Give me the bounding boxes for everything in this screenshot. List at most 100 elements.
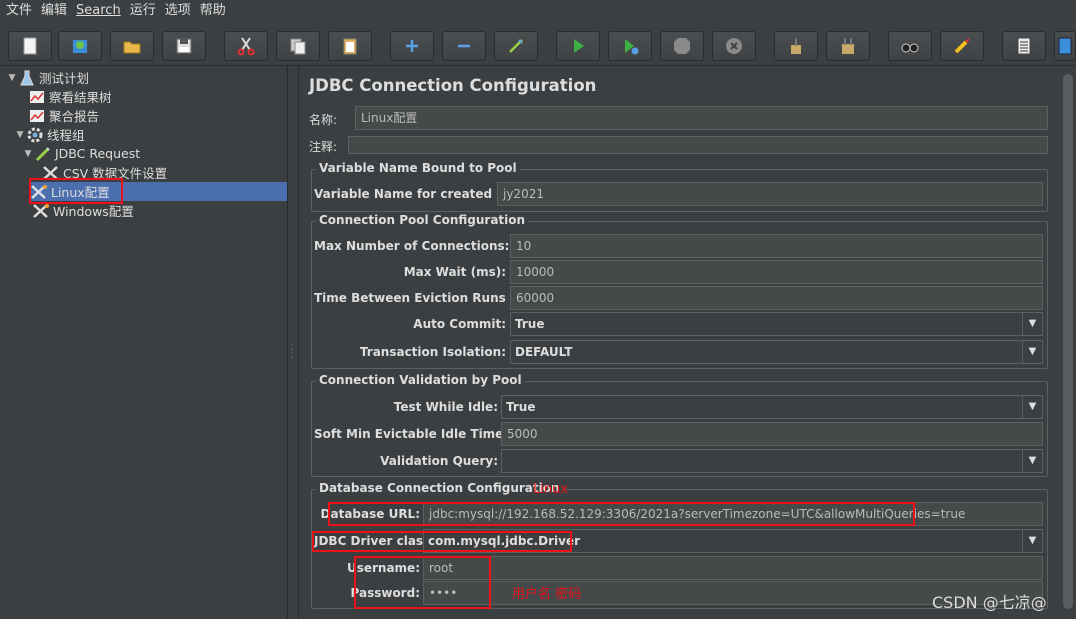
- toolbar: [0, 22, 1076, 66]
- tree-item-test-plan[interactable]: ▼ 测试计划: [6, 68, 89, 87]
- group-title-db: Database Connection Configuration: [316, 481, 563, 495]
- templates-button[interactable]: [58, 31, 102, 61]
- soft-min-field[interactable]: 5000: [501, 422, 1043, 446]
- binoculars-icon: [901, 43, 919, 53]
- tree-item-thread-group[interactable]: ▼ 线程组: [14, 125, 85, 144]
- listener-icon: [28, 89, 46, 105]
- chevron-down-icon[interactable]: ▼: [1022, 396, 1042, 418]
- driver-label: JDBC Driver class:: [314, 534, 436, 548]
- test-plan-icon: [18, 70, 36, 86]
- collapse-button[interactable]: [442, 31, 486, 61]
- stop-icon: [674, 38, 690, 54]
- max-wait-label: Max Wait (ms):: [403, 265, 506, 279]
- collapse-toggle-icon[interactable]: ▼: [14, 130, 26, 140]
- config-icon: [30, 184, 48, 200]
- tree-item-jdbc-request[interactable]: ▼ JDBC Request: [22, 144, 141, 163]
- auto-commit-select[interactable]: True ▼: [510, 312, 1043, 336]
- broom-all-icon: [842, 38, 854, 54]
- shutdown-icon: [726, 38, 742, 54]
- tree-item-csv-config[interactable]: CSV 数据文件设置: [42, 163, 167, 182]
- shutdown-button[interactable]: [712, 31, 756, 61]
- max-conn-field[interactable]: 10: [510, 234, 1043, 258]
- open-icon: [123, 41, 141, 54]
- divider-grip-icon: · · · ·: [291, 341, 294, 362]
- copy-icon: [290, 38, 306, 55]
- clear-button[interactable]: [774, 31, 818, 61]
- new-button[interactable]: [8, 31, 52, 61]
- username-field[interactable]: root: [423, 556, 1043, 580]
- tree-item-view-results-tree[interactable]: 察看结果树: [28, 87, 112, 106]
- menu-run[interactable]: 运行: [128, 0, 163, 22]
- cut-button[interactable]: [224, 31, 268, 61]
- open-button[interactable]: [110, 31, 154, 61]
- list-icon: [1017, 37, 1031, 55]
- username-label: Username:: [346, 561, 420, 575]
- menu-edit[interactable]: 编辑: [39, 0, 74, 22]
- isolation-label: Transaction Isolation:: [359, 345, 506, 359]
- test-idle-label: Test While Idle:: [393, 400, 498, 414]
- test-idle-select[interactable]: True ▼: [501, 395, 1043, 419]
- eviction-label: Time Between Eviction Runs (ms):: [314, 291, 546, 305]
- reset-search-button[interactable]: [940, 31, 984, 61]
- watermark: CSDN @七凉@: [932, 593, 1047, 612]
- save-button[interactable]: [162, 31, 206, 61]
- sampler-icon: [34, 146, 52, 162]
- comment-label: 注释:: [309, 140, 338, 154]
- name-field[interactable]: Linux配置: [355, 106, 1048, 130]
- group-title-validation: Connection Validation by Pool: [316, 373, 525, 387]
- stop-button[interactable]: [660, 31, 704, 61]
- help-button[interactable]: [1054, 31, 1076, 61]
- function-helper-button[interactable]: [1002, 31, 1046, 61]
- test-plan-tree: ▼ 测试计划 察看结果树 聚合报告 ▼ 线程组 ▼ JDBC Request C…: [0, 66, 287, 619]
- play-no-pause-icon: [625, 39, 639, 55]
- split-pane-divider[interactable]: · · · ·: [287, 66, 299, 619]
- auto-commit-label: Auto Commit:: [413, 317, 506, 331]
- group-title-bound: Variable Name Bound to Pool: [316, 161, 520, 175]
- db-url-label: Database URL:: [320, 507, 420, 521]
- annotation-linux: Linux: [533, 482, 569, 497]
- annotation-user-password: 用户名 密码: [512, 587, 582, 602]
- paste-button[interactable]: [328, 31, 372, 61]
- max-conn-label: Max Number of Connections:: [314, 239, 510, 253]
- chevron-down-icon[interactable]: ▼: [1022, 341, 1042, 363]
- start-no-pause-button[interactable]: [608, 31, 652, 61]
- menu-file[interactable]: 文件: [4, 0, 39, 22]
- eviction-field[interactable]: 60000: [510, 286, 1043, 310]
- collapse-toggle-icon[interactable]: ▼: [22, 149, 34, 159]
- help-icon: [1058, 37, 1072, 55]
- toggle-button[interactable]: [494, 31, 538, 61]
- paste-icon: [343, 38, 357, 55]
- soft-min-label: Soft Min Evictable Idle Time(ms):: [314, 427, 539, 441]
- chevron-down-icon[interactable]: ▼: [1022, 313, 1042, 335]
- chevron-down-icon[interactable]: ▼: [1022, 530, 1042, 552]
- tree-item-aggregate-report[interactable]: 聚合报告: [28, 106, 99, 125]
- search-button[interactable]: [888, 31, 932, 61]
- gear-icon: [26, 127, 44, 143]
- page-title: JDBC Connection Configuration: [309, 76, 597, 95]
- password-label: Password:: [350, 586, 421, 600]
- start-button[interactable]: [556, 31, 600, 61]
- scrollbar-thumb[interactable]: [1063, 74, 1073, 609]
- comment-field[interactable]: [348, 136, 1048, 154]
- isolation-select[interactable]: DEFAULT ▼: [510, 340, 1043, 364]
- cut-icon: [237, 37, 255, 56]
- expand-button[interactable]: [390, 31, 434, 61]
- tree-item-linux-config[interactable]: Linux配置: [30, 182, 287, 201]
- copy-button[interactable]: [276, 31, 320, 61]
- menu-bar: 文件 编辑 Search 运行 选项 帮助: [0, 0, 1076, 22]
- db-url-field[interactable]: jdbc:mysql://192.168.52.129:3306/2021a?s…: [423, 502, 1043, 526]
- config-icon: [42, 165, 60, 181]
- menu-help[interactable]: 帮助: [198, 0, 233, 22]
- menu-search[interactable]: Search: [74, 0, 128, 22]
- clear-all-button[interactable]: [826, 31, 870, 61]
- menu-options[interactable]: 选项: [163, 0, 198, 22]
- max-wait-field[interactable]: 10000: [510, 260, 1043, 284]
- group-title-pool: Connection Pool Configuration: [316, 213, 529, 227]
- collapse-toggle-icon[interactable]: ▼: [6, 73, 18, 83]
- validation-query-select[interactable]: ▼: [501, 449, 1043, 473]
- chevron-down-icon[interactable]: ▼: [1022, 450, 1042, 472]
- tree-item-windows-config[interactable]: Windows配置: [32, 201, 134, 220]
- vertical-scrollbar[interactable]: [1060, 66, 1076, 619]
- var-name-field[interactable]: jy2021: [497, 182, 1043, 206]
- driver-select[interactable]: com.mysql.jdbc.Driver ▼: [423, 529, 1043, 553]
